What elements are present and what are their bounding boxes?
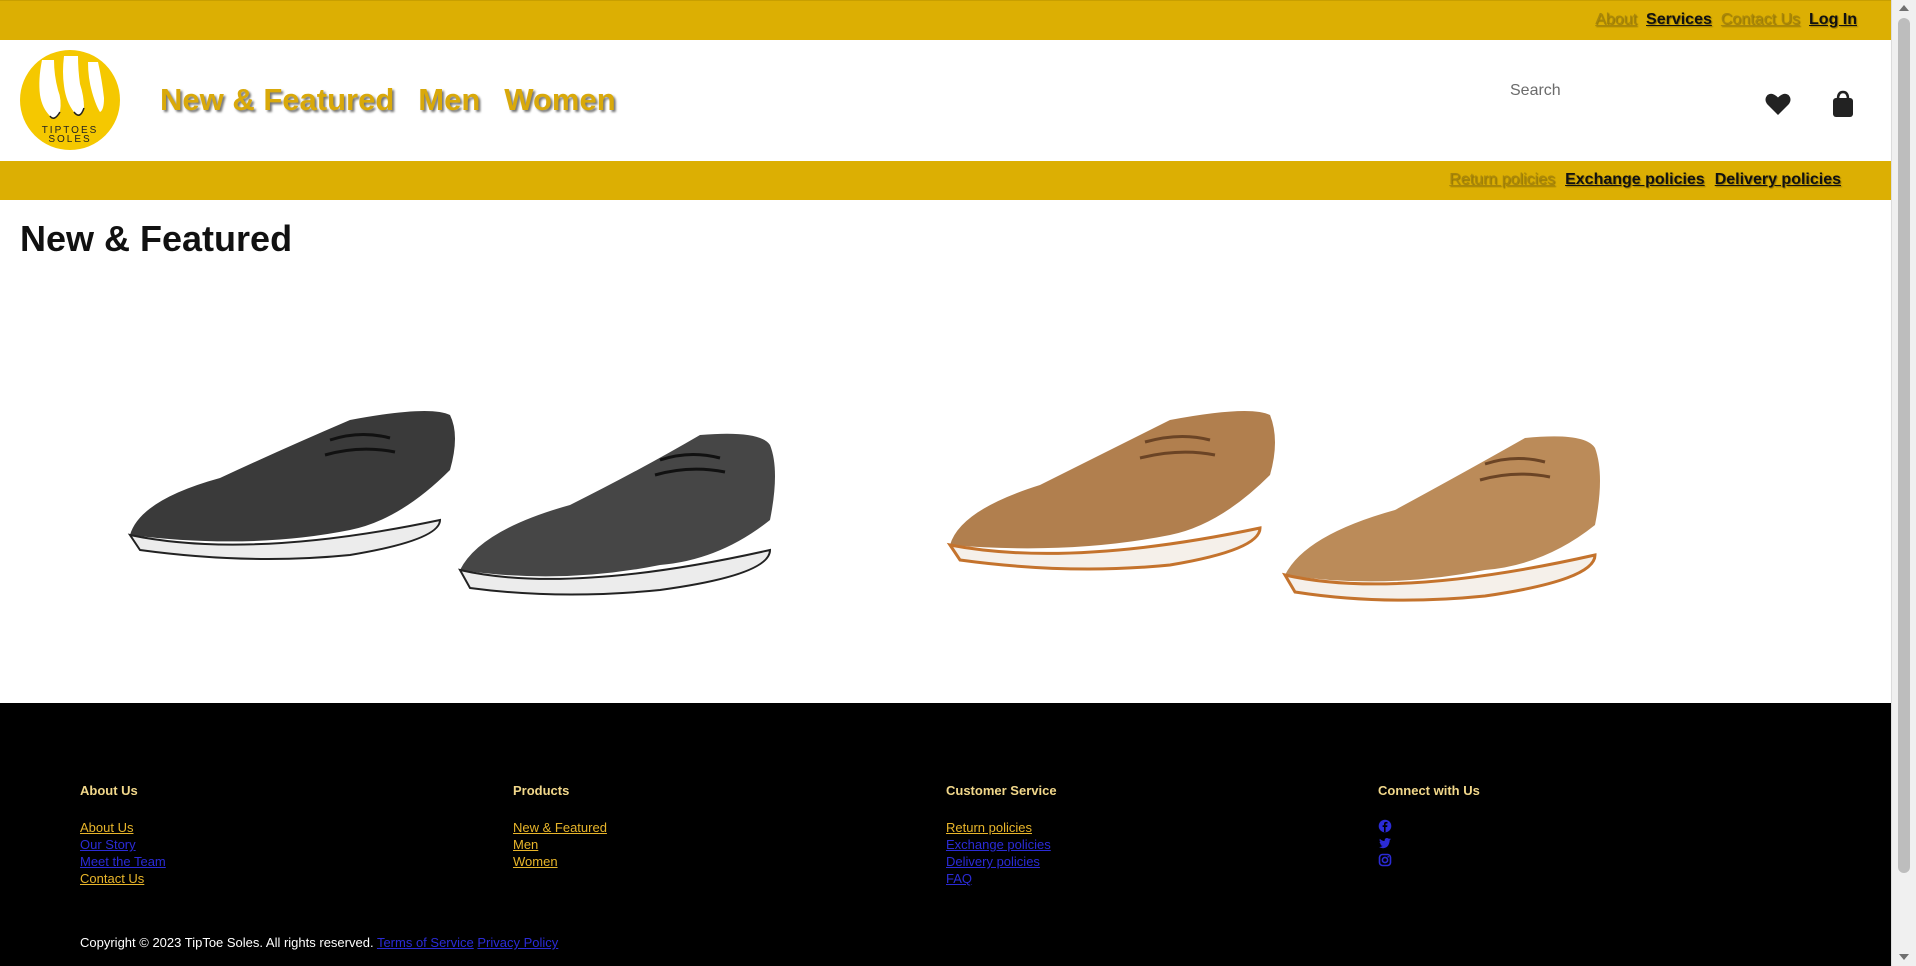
footer-link-new-featured[interactable]: New & Featured: [513, 819, 607, 836]
policies-bar: Return policies Exchange policies Delive…: [0, 161, 1891, 200]
scroll-down-arrow-icon[interactable]: [1899, 954, 1909, 960]
footer-link-men[interactable]: Men: [513, 836, 607, 853]
nav-new-featured[interactable]: New & Featured: [160, 82, 394, 118]
tan-suede-shoes-image: [946, 411, 1600, 602]
services-link[interactable]: Services: [1646, 11, 1712, 29]
scroll-up-arrow-icon[interactable]: [1899, 5, 1909, 11]
product-black-shoes[interactable]: [100, 360, 880, 660]
policies-links: Return policies Exchange policies Delive…: [1449, 171, 1841, 189]
footer-heading-connect: Connect with Us: [1378, 783, 1480, 798]
logo-text-line2: SOLES: [48, 134, 92, 145]
site-footer: About Us About Us Our Story Meet the Tea…: [0, 703, 1891, 966]
nav-men[interactable]: Men: [418, 82, 480, 118]
footer-col-about: About Us About Us Our Story Meet the Tea…: [80, 783, 166, 887]
footer-link-return-policies[interactable]: Return policies: [946, 819, 1057, 836]
site-header: TIPTOES SOLES New & Featured Men Women: [0, 40, 1891, 160]
return-policies-link[interactable]: Return policies: [1449, 171, 1555, 189]
nav-women[interactable]: Women: [504, 82, 615, 118]
facebook-icon[interactable]: [1378, 819, 1392, 833]
footer-link-our-story[interactable]: Our Story: [80, 836, 166, 853]
twitter-icon[interactable]: [1378, 836, 1392, 850]
footer-link-contact-us[interactable]: Contact Us: [80, 870, 166, 887]
delivery-policies-link[interactable]: Delivery policies: [1715, 171, 1841, 189]
heart-icon[interactable]: [1764, 90, 1792, 118]
vertical-scrollbar[interactable]: [1891, 0, 1916, 966]
footer-link-about-us[interactable]: About Us: [80, 819, 166, 836]
footer-col-products: Products New & Featured Men Women: [513, 783, 607, 870]
footer-col-customer-service: Customer Service Return policies Exchang…: [946, 783, 1057, 887]
privacy-policy-link[interactable]: Privacy Policy: [477, 935, 558, 950]
footer-link-women[interactable]: Women: [513, 853, 607, 870]
black-suede-shoes-image: [127, 411, 775, 596]
shopping-bag-icon[interactable]: [1829, 90, 1857, 118]
footer-link-faq[interactable]: FAQ: [946, 870, 1057, 887]
tiptoes-soles-logo[interactable]: TIPTOES SOLES: [20, 50, 120, 150]
about-link[interactable]: About: [1595, 11, 1637, 29]
search-input[interactable]: [1500, 78, 1730, 104]
main-nav: New & Featured Men Women: [160, 82, 616, 118]
footer-heading-about: About Us: [80, 783, 138, 798]
contact-us-link[interactable]: Contact Us: [1721, 11, 1800, 29]
footer-link-meet-the-team[interactable]: Meet the Team: [80, 853, 166, 870]
top-bar: About Services Contact Us Log In: [0, 0, 1891, 40]
footer-link-exchange-policies[interactable]: Exchange policies: [946, 836, 1057, 853]
copyright-text: Copyright © 2023 TipToe Soles. All right…: [80, 935, 374, 950]
instagram-icon[interactable]: [1378, 853, 1392, 867]
footer-heading-customer-service: Customer Service: [946, 783, 1057, 798]
terms-of-service-link[interactable]: Terms of Service: [377, 935, 474, 950]
exchange-policies-link[interactable]: Exchange policies: [1565, 171, 1705, 189]
scroll-thumb[interactable]: [1898, 18, 1910, 873]
log-in-link[interactable]: Log In: [1809, 11, 1857, 29]
product-tan-shoes[interactable]: [930, 360, 1710, 660]
top-links: About Services Contact Us Log In: [1595, 11, 1857, 29]
footer-heading-products: Products: [513, 783, 570, 798]
footer-link-delivery-policies[interactable]: Delivery policies: [946, 853, 1057, 870]
footer-col-connect: Connect with Us: [1378, 783, 1480, 870]
page-title: New & Featured: [20, 218, 293, 259]
copyright-line: Copyright © 2023 TipToe Soles. All right…: [80, 935, 558, 950]
